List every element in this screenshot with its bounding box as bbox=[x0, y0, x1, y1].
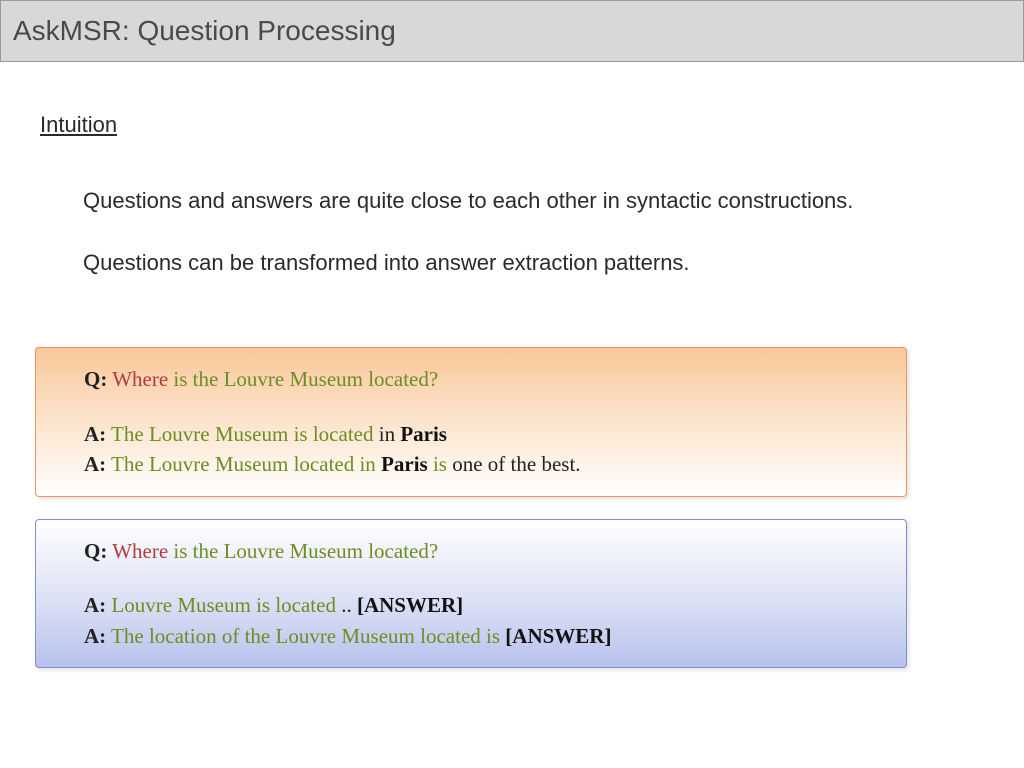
q-rest: is the Louvre Museum located? bbox=[173, 539, 438, 563]
a-olive: The Louvre Museum is located bbox=[111, 422, 373, 446]
a-prefix: A: bbox=[84, 593, 106, 617]
example-box-orange: Q: Where is the Louvre Museum located? A… bbox=[35, 347, 907, 496]
answer-line-2: A: The Louvre Museum located in Paris is… bbox=[84, 449, 888, 479]
question-line: Q: Where is the Louvre Museum located? bbox=[84, 364, 888, 394]
q-where: Where bbox=[112, 367, 168, 391]
a-answer: [ANSWER] bbox=[357, 593, 463, 617]
a-dots: .. bbox=[341, 593, 352, 617]
slide-content: Intuition Questions and answers are quit… bbox=[0, 62, 1024, 668]
answer-line-1: A: Louvre Museum is located .. [ANSWER] bbox=[84, 590, 888, 620]
slide-header: AskMSR: Question Processing bbox=[0, 0, 1024, 62]
a-in: in bbox=[379, 422, 395, 446]
example-box-blue: Q: Where is the Louvre Museum located? A… bbox=[35, 519, 907, 668]
section-label-intuition: Intuition bbox=[40, 112, 989, 138]
spacer bbox=[84, 395, 888, 419]
a-rest: one of the best. bbox=[452, 452, 580, 476]
intuition-line-1: Questions and answers are quite close to… bbox=[83, 186, 989, 216]
intuition-line-2: Questions can be transformed into answer… bbox=[83, 248, 989, 278]
a-bold: Paris bbox=[381, 452, 428, 476]
answer-line-1: A: The Louvre Museum is located in Paris bbox=[84, 419, 888, 449]
q-where: Where bbox=[112, 539, 168, 563]
q-prefix: Q: bbox=[84, 539, 107, 563]
question-line: Q: Where is the Louvre Museum located? bbox=[84, 536, 888, 566]
spacer bbox=[84, 566, 888, 590]
a-bold: Paris bbox=[400, 422, 447, 446]
a-olive: The Louvre Museum located in bbox=[111, 452, 376, 476]
q-rest: is the Louvre Museum located? bbox=[173, 367, 438, 391]
q-prefix: Q: bbox=[84, 367, 107, 391]
slide-title: AskMSR: Question Processing bbox=[13, 15, 1011, 47]
a-prefix: A: bbox=[84, 422, 106, 446]
a-prefix: A: bbox=[84, 452, 106, 476]
a-is: is bbox=[433, 452, 447, 476]
a-olive: Louvre Museum is located bbox=[111, 593, 336, 617]
a-olive: The location of the Louvre Museum locate… bbox=[111, 624, 500, 648]
a-answer: [ANSWER] bbox=[505, 624, 611, 648]
a-prefix: A: bbox=[84, 624, 106, 648]
answer-line-2: A: The location of the Louvre Museum loc… bbox=[84, 621, 888, 651]
